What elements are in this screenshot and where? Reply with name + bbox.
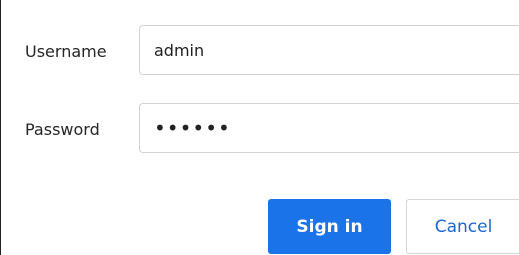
username-field[interactable]	[139, 25, 519, 75]
username-label: Username	[25, 42, 107, 61]
password-field[interactable]	[139, 103, 519, 153]
sign-in-button[interactable]: Sign in	[268, 199, 391, 254]
password-label: Password	[25, 120, 100, 139]
cancel-button[interactable]: Cancel	[406, 199, 519, 254]
login-dialog: Username Password Sign in Cancel	[0, 0, 519, 255]
